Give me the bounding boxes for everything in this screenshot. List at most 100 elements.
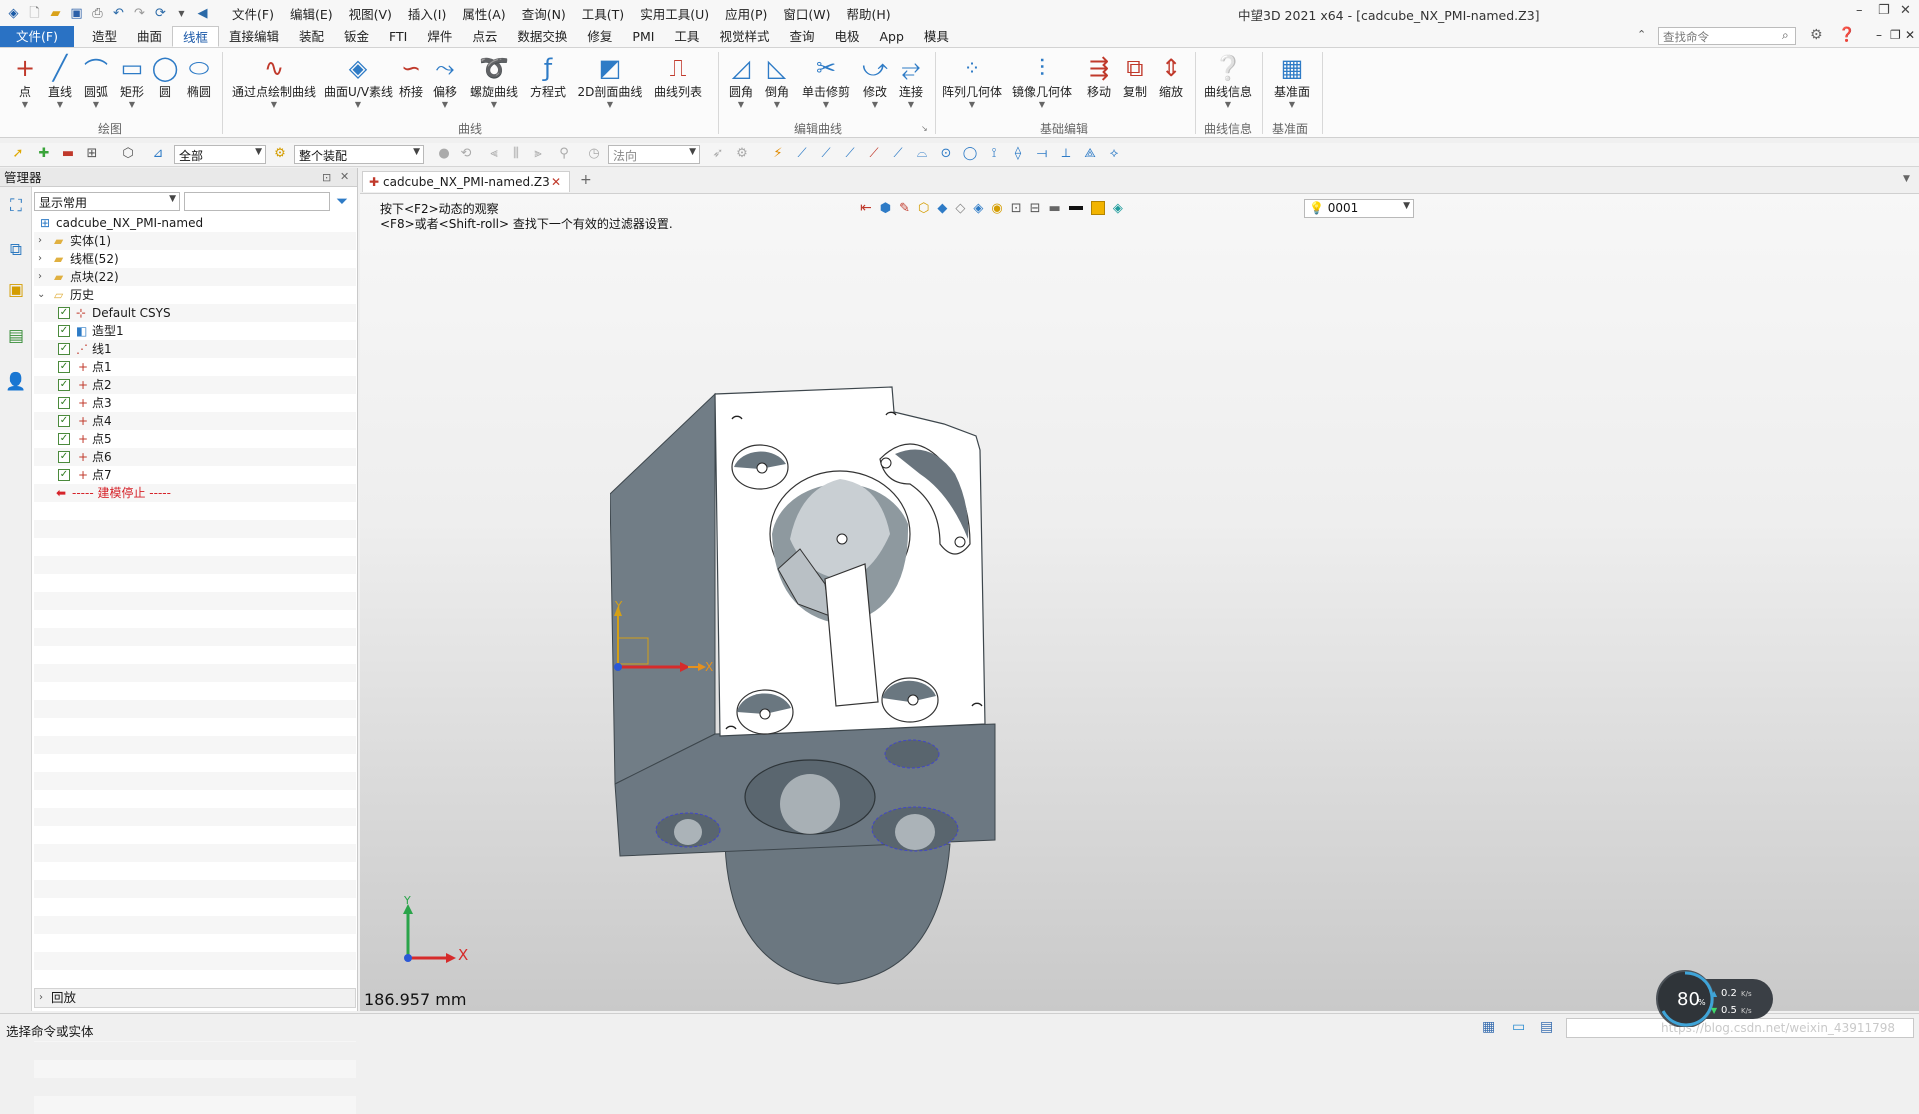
pencil-icon[interactable]: ✎ (899, 201, 910, 216)
snap-end-icon[interactable]: ⟋ (794, 146, 810, 162)
2d-section-curve-button[interactable]: ◩ 2D剖面曲线 ▼ (574, 52, 646, 110)
cad-model[interactable] (610, 374, 1170, 994)
save-icon[interactable]: ▣ (69, 6, 84, 21)
display-icon[interactable]: ▭ (1512, 1019, 1525, 1035)
collapse-icon[interactable]: ⌄ (37, 286, 45, 304)
fit-view-icon[interactable]: ⊡ (1011, 201, 1022, 216)
history-item-point7[interactable]: ✓ + 点7 (34, 466, 356, 484)
visibility-checkbox[interactable]: ✓ (58, 361, 70, 373)
tab-direct-edit[interactable]: 直接编辑 (219, 26, 289, 47)
shaded-cube-icon[interactable]: ◆ (937, 201, 947, 216)
arc-button[interactable]: ⌒ 圆弧 ▼ (79, 52, 113, 110)
menu-insert[interactable]: 插入(I) (408, 4, 446, 23)
color-swatch-icon[interactable] (1090, 201, 1105, 215)
ellipse-button[interactable]: ⬭ 椭圆 (182, 52, 216, 100)
align-left-icon[interactable]: ⫷ (486, 146, 502, 162)
tab-point-cloud[interactable]: 点云 (462, 26, 507, 47)
visibility-checkbox[interactable]: ✓ (58, 433, 70, 445)
tree-folder-wireframe[interactable]: › ▰ 线框(52) (34, 250, 356, 268)
expand-icon[interactable]: › (38, 232, 42, 250)
align-right-icon[interactable]: ⫸ (530, 146, 546, 162)
tab-close-icon[interactable]: ✕ (551, 172, 561, 192)
snap-mid-icon[interactable]: ⟋ (818, 146, 834, 162)
expand-icon[interactable]: › (38, 250, 42, 268)
menu-file[interactable]: 文件(F) (232, 4, 274, 23)
tab-sheet-metal[interactable]: 钣金 (334, 26, 379, 47)
scale-button[interactable]: ⇕ 缩放 (1154, 52, 1188, 100)
snap-tangent-icon[interactable]: ⟋ (890, 146, 906, 162)
search-icon[interactable]: ⌕ (1782, 28, 1789, 43)
curve-through-points-button[interactable]: ∿ 通过点绘制曲线 ▼ (228, 52, 320, 110)
view-orient-icon[interactable]: ⬢ (880, 201, 891, 216)
menu-tools[interactable]: 工具(T) (582, 4, 624, 23)
back-icon[interactable]: ◀ (195, 6, 210, 21)
print-icon[interactable]: ⎙ (90, 6, 105, 21)
tab-app[interactable]: App (869, 26, 913, 47)
tab-electrode[interactable]: 电极 (824, 26, 869, 47)
offset-button[interactable]: ⤳ 偏移 ▼ (428, 52, 462, 110)
snap-edge-icon[interactable]: ⟞ (1034, 146, 1050, 162)
menu-window[interactable]: 窗口(W) (783, 4, 830, 23)
curve-list-button[interactable]: ⎍ 曲线列表 (650, 52, 706, 100)
menu-help[interactable]: 帮助(H) (847, 4, 891, 23)
tab-repair[interactable]: 修复 (577, 26, 622, 47)
modify-button[interactable]: ⤻ 修改 ▼ (858, 52, 892, 110)
tab-file[interactable]: 文件(F) (0, 26, 74, 47)
list-icon[interactable]: ▤ (1540, 1019, 1553, 1035)
tab-assembly[interactable]: 装配 (289, 26, 334, 47)
view-manager-icon[interactable]: ▤ (5, 325, 27, 347)
remove-icon[interactable]: ▬ (60, 146, 76, 162)
open-folder-icon[interactable]: ▰ (48, 6, 63, 21)
panel-float-icon[interactable]: ⊡ (322, 171, 331, 184)
helix-button[interactable]: ➰ 螺旋曲线 ▼ (466, 52, 522, 110)
copy-button[interactable]: ⧉ 复制 (1118, 52, 1152, 100)
undo-icon[interactable]: ↶ (111, 6, 126, 21)
tab-pmi[interactable]: PMI (622, 26, 664, 47)
section-view-icon[interactable]: ⊟ (1030, 201, 1041, 216)
circle-button[interactable]: ◯ 圆 (150, 52, 180, 100)
move-button[interactable]: ⇶ 移动 (1082, 52, 1116, 100)
rollback-arrow-icon[interactable]: ⬅ (56, 484, 66, 502)
new-file-icon[interactable]: 🗋 (27, 6, 42, 21)
gear-icon[interactable]: ⚙ (1810, 27, 1823, 43)
lasso-icon[interactable]: ⬡ (120, 146, 136, 162)
dropdown-icon[interactable]: ▼ (174, 6, 189, 21)
filter-icon[interactable]: ⊿ (150, 146, 166, 162)
layer-select[interactable]: 💡 0001 ▼ (1304, 199, 1414, 218)
cursor-icon[interactable]: ➶ (710, 146, 726, 162)
lighting-icon[interactable]: ◉ (991, 201, 1002, 216)
close-icon[interactable]: ✕ (1900, 3, 1911, 18)
redo-icon[interactable]: ↷ (132, 6, 147, 21)
tab-tools[interactable]: 工具 (664, 26, 709, 47)
expand-icon[interactable]: › (38, 268, 42, 286)
snap-circle-icon[interactable]: ◯ (962, 146, 978, 162)
fillet-button[interactable]: ◿ 圆角 ▼ (724, 52, 758, 110)
visibility-checkbox[interactable]: ✓ (58, 325, 70, 337)
snap-plane-icon[interactable]: ⟁ (1082, 146, 1098, 162)
equation-button[interactable]: ƒ 方程式 (526, 52, 570, 100)
tree-folder-solids[interactable]: › ▰ 实体(1) (34, 232, 356, 250)
snap-grid-icon[interactable]: ⟡ (1106, 146, 1122, 162)
line-button[interactable]: ╱ 直线 ▼ (43, 52, 77, 110)
visibility-checkbox[interactable]: ✓ (58, 307, 70, 319)
app-logo-icon[interactable]: ◈ (6, 6, 21, 21)
pin-icon[interactable]: ⚲ (556, 146, 572, 162)
tab-inquire[interactable]: 查询 (779, 26, 824, 47)
uv-curve-button[interactable]: ◈ 曲面U/V素线 ▼ (324, 52, 393, 110)
box-select-icon[interactable]: ⊞ (84, 146, 100, 162)
visibility-checkbox[interactable]: ✓ (58, 451, 70, 463)
rectangle-button[interactable]: ▭ 矩形 ▼ (115, 52, 149, 110)
tab-mold[interactable]: 模具 (914, 26, 959, 47)
menu-edit[interactable]: 编辑(E) (290, 4, 333, 23)
history-item-shape1[interactable]: ✓ ◧ 造型1 (34, 322, 356, 340)
snap-curve-icon[interactable]: ⟟ (986, 146, 1002, 162)
line-style-icon[interactable] (1068, 206, 1083, 210)
tree-folder-point-blocks[interactable]: › ▰ 点块(22) (34, 268, 356, 286)
snap-face-icon[interactable]: ⟠ (1010, 146, 1026, 162)
tree-folder-history[interactable]: ⌄ ▱ 历史 (34, 286, 356, 304)
mirror-button[interactable]: ⫶ 镜像几何体 ▼ (1010, 52, 1074, 110)
menu-attribute[interactable]: 属性(A) (462, 4, 505, 23)
rotate-pick-icon[interactable]: ⟲ (458, 146, 474, 162)
menu-view[interactable]: 视图(V) (349, 4, 392, 23)
datum-plane-button[interactable]: ▦ 基准面 ▼ (1266, 52, 1318, 110)
